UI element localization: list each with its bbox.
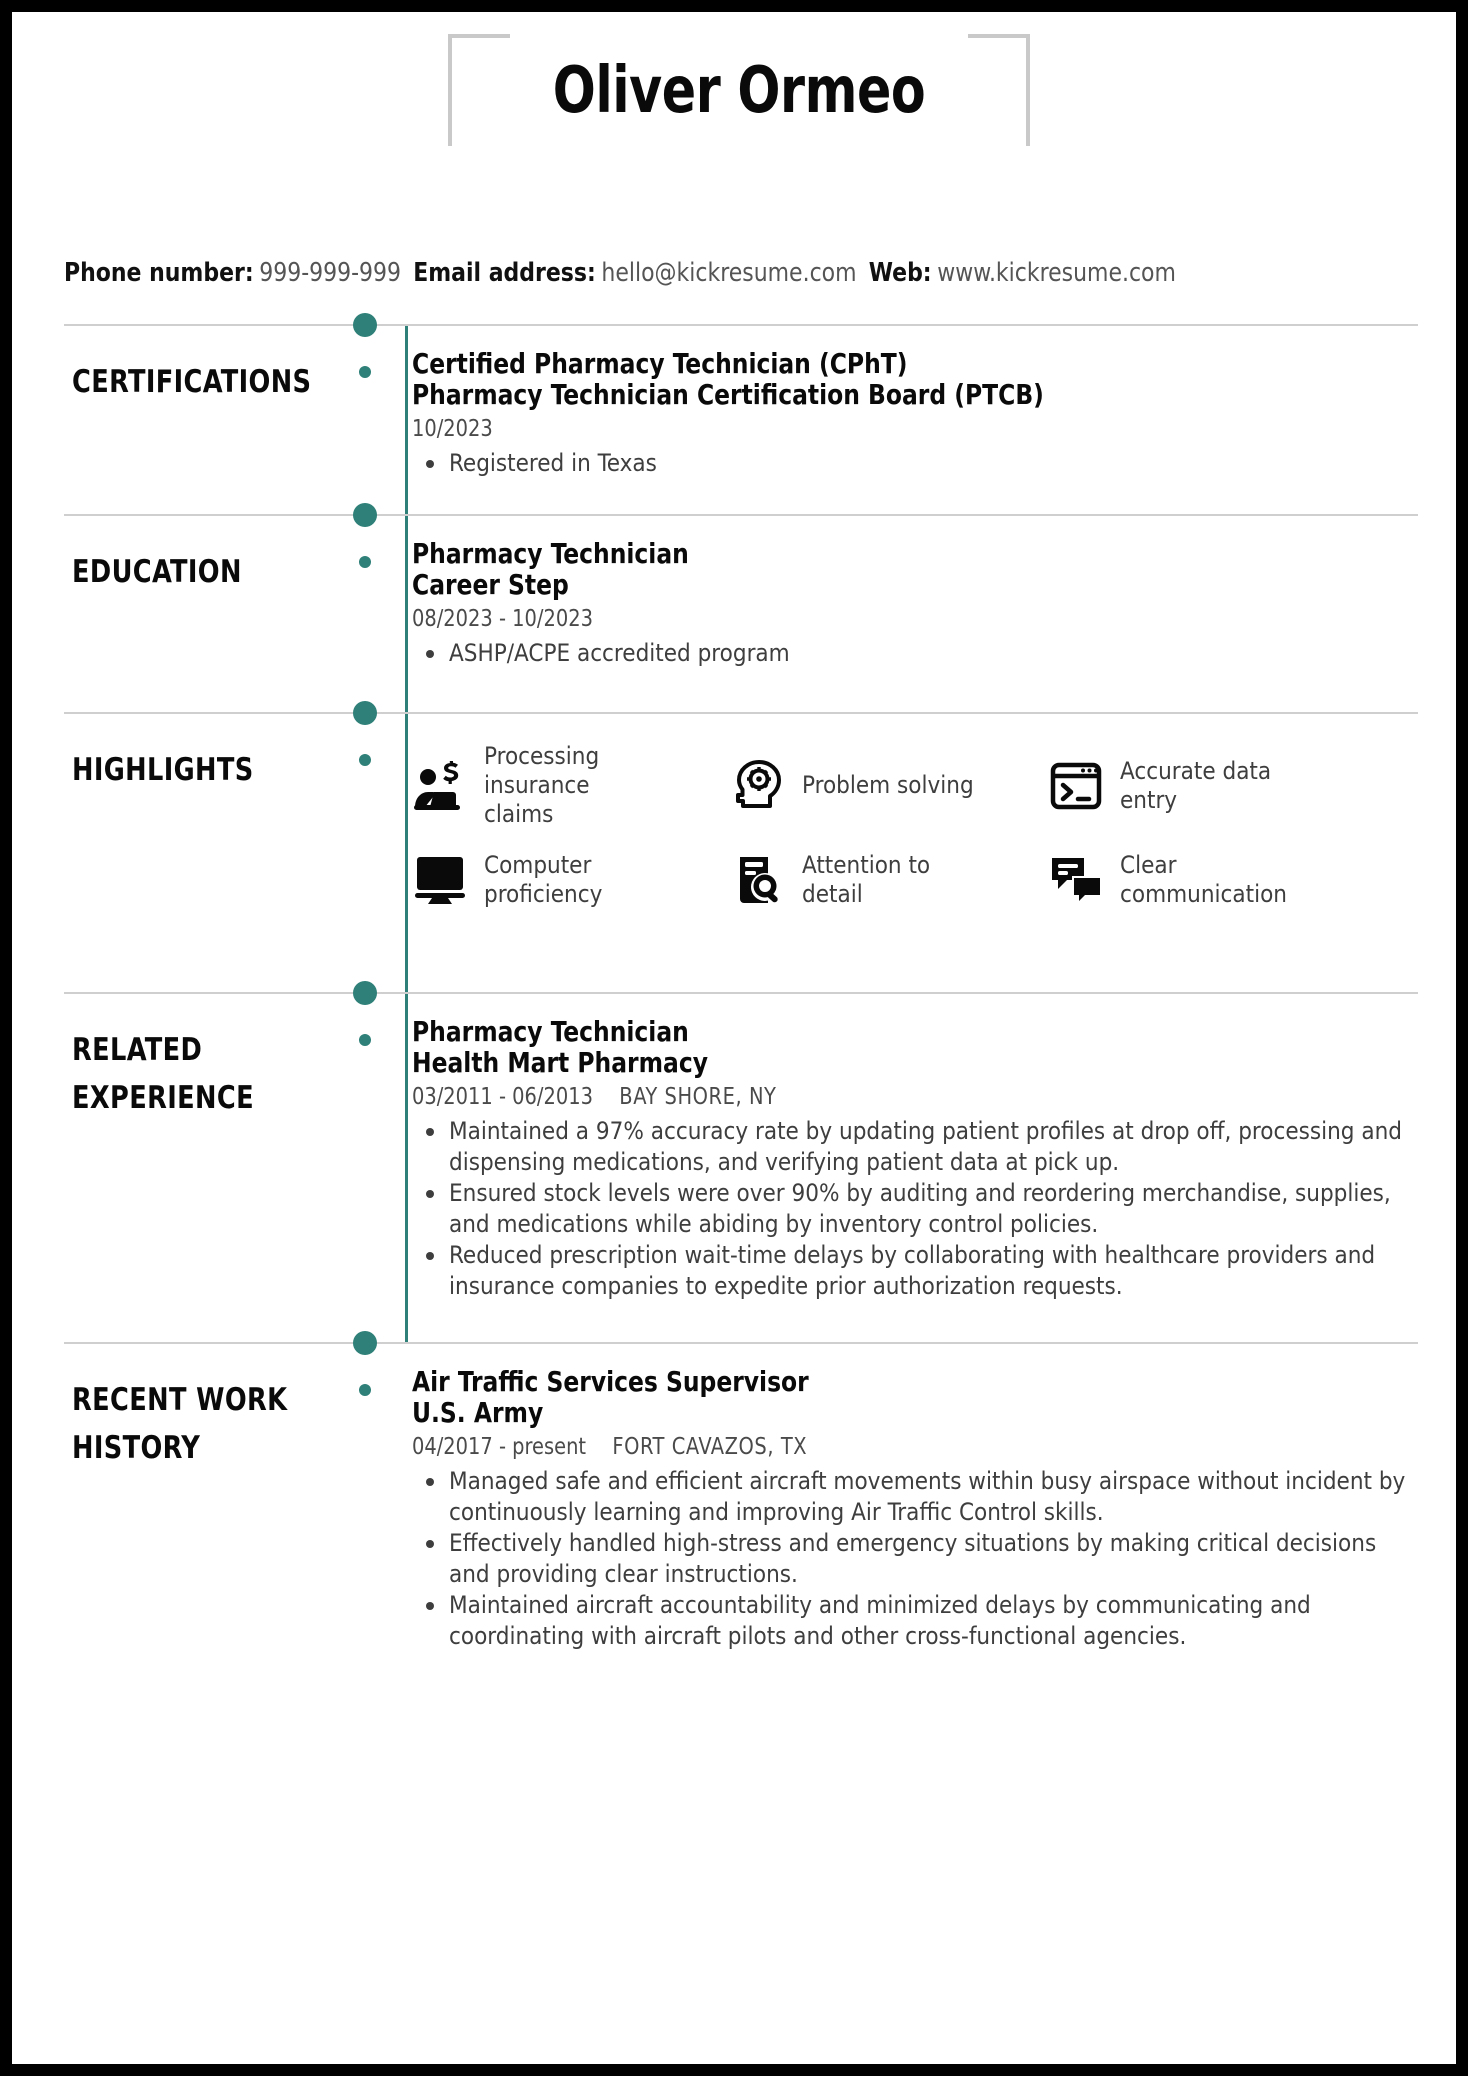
- highlight-item: Processing insurance claims: [412, 742, 730, 829]
- name-block: Oliver Ormeo: [448, 34, 1030, 154]
- candidate-name: Oliver Ormeo: [552, 54, 926, 128]
- entry-organization: Health Mart Pharmacy: [412, 1046, 708, 1079]
- highlight-item: Accurate data entry: [1048, 742, 1418, 829]
- section-title-certifications: CERTIFICATIONS: [72, 364, 312, 400]
- highlights-grid: Processing insurance claims Problem solvi…: [412, 742, 1418, 909]
- contact-line: Phone number: 999-999-999 Email address: he…: [64, 258, 1176, 288]
- entry-bullet: ASHP/ACPE accredited program: [412, 638, 1418, 669]
- communication-icon: [1048, 854, 1104, 906]
- resume-header: Oliver Ormeo: [12, 12, 1456, 192]
- timeline-dot-large: [353, 313, 377, 337]
- entry-title: Air Traffic Services Supervisor: [412, 1365, 809, 1398]
- section-divider: [64, 514, 1418, 516]
- email-label: Email address:: [413, 258, 596, 288]
- entry-title: Pharmacy Technician: [412, 1015, 689, 1048]
- entry-organization: U.S. Army: [412, 1396, 544, 1429]
- entry-dates: 08/2023 - 10/2023: [412, 606, 593, 632]
- section-body-recent-work-history: Air Traffic Services Supervisor U.S. Army…: [412, 1366, 1418, 1652]
- attention-detail-icon: [730, 854, 786, 906]
- highlight-label: Computer proficiency: [484, 851, 603, 908]
- section-body-highlights: Processing insurance claims Problem solvi…: [412, 736, 1418, 909]
- entry-dates: 04/2017 - present: [412, 1434, 587, 1460]
- entry-meta: 08/2023 - 10/2023: [412, 604, 1358, 634]
- entry-bullet: Registered in Texas: [412, 448, 1418, 479]
- entry-meta: 03/2011 - 06/2013 BAY SHORE, NY: [412, 1082, 1358, 1112]
- entry-organization: Pharmacy Technician Certification Board …: [412, 378, 1044, 411]
- entry-location: BAY SHORE, NY: [619, 1084, 777, 1110]
- timeline-dot-large: [353, 701, 377, 725]
- entry-bullet-list: Registered in Texas: [412, 448, 1418, 479]
- entry-organization: Career Step: [412, 568, 569, 601]
- section-divider: [64, 1342, 1418, 1344]
- entry-bullet: Maintained aircraft accountability and m…: [412, 1590, 1418, 1652]
- entry-bullet: Maintained a 97% accuracy rate by updati…: [412, 1116, 1418, 1178]
- highlight-item: Problem solving: [730, 742, 1048, 829]
- timeline-rail: [405, 324, 408, 1342]
- data-entry-icon: [1048, 760, 1104, 812]
- section-body-certifications: Certified Pharmacy Technician (CPhT) Phar…: [412, 348, 1418, 479]
- section-title-recent-work-history: RECENT WORK HISTORY: [72, 1382, 288, 1466]
- timeline-dot-small: [359, 556, 371, 568]
- entry-title: Pharmacy Technician: [412, 537, 689, 570]
- highlight-label: Problem solving: [802, 771, 974, 799]
- page-frame: Oliver Ormeo Phone number: 999-999-999 Ema…: [0, 0, 1468, 2076]
- entry-location: FORT CAVAZOS, TX: [612, 1434, 808, 1460]
- entry-bullet-list: Maintained a 97% accuracy rate by updati…: [412, 1116, 1418, 1302]
- timeline-dot-large: [353, 981, 377, 1005]
- timeline-dot-large: [353, 1331, 377, 1355]
- timeline-dot-small: [359, 1384, 371, 1396]
- entry-bullet: Managed safe and efficient aircraft move…: [412, 1466, 1418, 1528]
- entry-title: Certified Pharmacy Technician (CPhT): [412, 347, 908, 380]
- section-divider: [64, 712, 1418, 714]
- resume-page: Oliver Ormeo Phone number: 999-999-999 Ema…: [12, 12, 1456, 2064]
- web-label: Web:: [868, 258, 932, 288]
- highlight-label: Clear communication: [1120, 851, 1287, 908]
- entry-bullet-list: Managed safe and efficient aircraft move…: [412, 1466, 1418, 1652]
- section-body-related-experience: Pharmacy Technician Health Mart Pharmacy 0…: [412, 1016, 1418, 1302]
- highlight-label: Processing insurance claims: [484, 742, 600, 828]
- highlight-item: Clear communication: [1048, 851, 1418, 909]
- email-value: hello@kickresume.com: [601, 258, 857, 288]
- entry-dates: 10/2023: [412, 416, 493, 442]
- entry-bullet: Ensured stock levels were over 90% by au…: [412, 1178, 1418, 1240]
- highlight-item: Attention to detail: [730, 851, 1048, 909]
- highlight-label: Attention to detail: [802, 851, 931, 908]
- timeline-dot-large: [353, 503, 377, 527]
- timeline-dot-small: [359, 754, 371, 766]
- entry-meta: 04/2017 - present FORT CAVAZOS, TX: [412, 1432, 1358, 1462]
- phone-value: 999-999-999: [259, 258, 402, 288]
- entry-bullet: Effectively handled high-stress and emer…: [412, 1528, 1418, 1590]
- timeline-dot-small: [359, 366, 371, 378]
- section-title-related-experience: RELATED EXPERIENCE: [72, 1032, 255, 1116]
- web-value: www.kickresume.com: [937, 258, 1176, 288]
- phone-label: Phone number:: [64, 258, 254, 288]
- section-title-education: EDUCATION: [72, 554, 242, 590]
- section-body-education: Pharmacy Technician Career Step 08/2023 - …: [412, 538, 1418, 669]
- insurance-claims-icon: [412, 760, 468, 812]
- section-divider: [64, 992, 1418, 994]
- section-title-highlights: HIGHLIGHTS: [72, 752, 254, 788]
- problem-solving-icon: [730, 759, 786, 812]
- entry-bullet: Reduced prescription wait-time delays by…: [412, 1240, 1418, 1302]
- entry-dates: 03/2011 - 06/2013: [412, 1084, 593, 1110]
- section-divider: [64, 324, 1418, 326]
- highlight-item: Computer proficiency: [412, 851, 730, 909]
- timeline-dot-small: [359, 1034, 371, 1046]
- highlight-label: Accurate data entry: [1120, 756, 1272, 814]
- entry-meta: 10/2023: [412, 414, 1358, 444]
- computer-icon: [412, 854, 468, 906]
- entry-bullet-list: ASHP/ACPE accredited program: [412, 638, 1418, 669]
